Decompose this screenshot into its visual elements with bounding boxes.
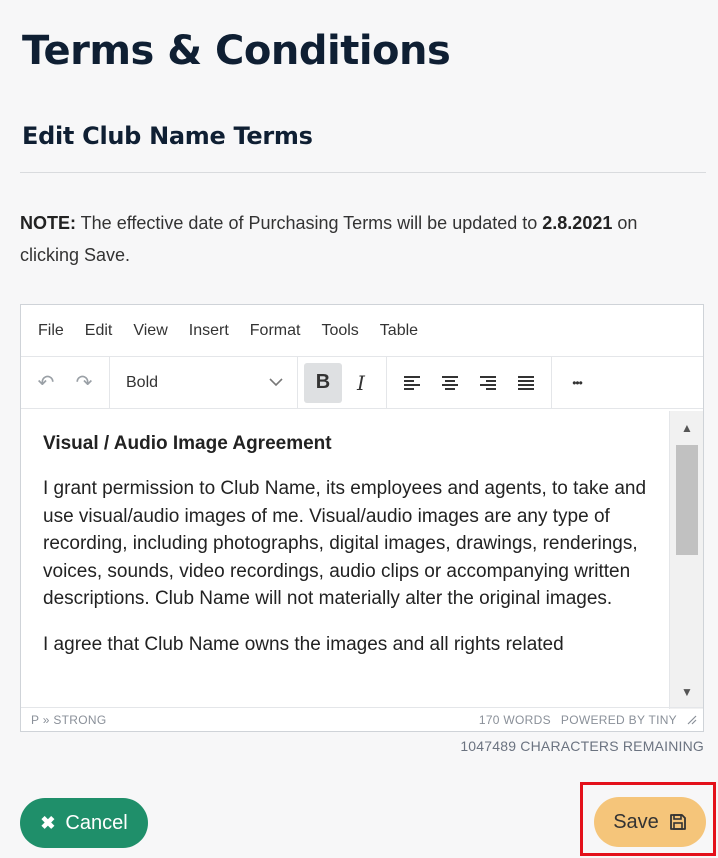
note-date: 2.8.2021 xyxy=(542,213,613,233)
section-title: Edit Club Name Terms xyxy=(22,122,313,150)
menu-insert[interactable]: Insert xyxy=(189,322,229,340)
alignment-group xyxy=(387,357,552,408)
align-center-icon[interactable] xyxy=(431,363,469,403)
cancel-button[interactable]: ✖ Cancel xyxy=(20,798,148,848)
save-button-label: Save xyxy=(613,810,659,833)
note-text-before: The effective date of Purchasing Terms w… xyxy=(76,213,543,233)
cancel-button-label: Cancel xyxy=(65,811,128,834)
block-format-value: Bold xyxy=(126,373,159,391)
redo-icon[interactable]: ↷ xyxy=(65,363,103,403)
floppy-disk-icon xyxy=(669,814,686,830)
close-icon: ✖ xyxy=(40,812,56,833)
resize-handle-icon[interactable] xyxy=(687,715,697,725)
characters-remaining: 1047489 CHARACTERS REMAINING xyxy=(460,738,704,754)
editor-content[interactable]: Visual / Audio Image Agreement I grant p… xyxy=(21,411,671,709)
menu-view[interactable]: View xyxy=(133,322,167,340)
align-right-icon[interactable] xyxy=(469,363,507,403)
scroll-thumb[interactable] xyxy=(676,445,698,555)
menu-edit[interactable]: Edit xyxy=(85,322,113,340)
more-group: ••• xyxy=(552,357,602,408)
element-path[interactable]: P » STRONG xyxy=(31,713,106,727)
italic-button[interactable]: I xyxy=(342,363,380,403)
undo-icon[interactable]: ↶ xyxy=(27,363,65,403)
content-paragraph: I agree that Club Name owns the images a… xyxy=(43,633,564,655)
menu-file[interactable]: File xyxy=(38,322,64,340)
editor-toolbar: ↶ ↷ Bold B I ••• xyxy=(21,357,703,409)
word-count[interactable]: 170 WORDS xyxy=(479,713,551,727)
bold-button[interactable]: B xyxy=(304,362,342,403)
menu-table[interactable]: Table xyxy=(380,322,418,340)
editor-scrollbar[interactable]: ▲ ▼ xyxy=(669,411,703,709)
text-style-group: B I xyxy=(298,357,387,408)
editor-statusbar: P » STRONG 170 WORDS POWERED BY TINY xyxy=(21,707,703,731)
save-button[interactable]: Save xyxy=(594,797,706,847)
divider xyxy=(20,172,706,173)
history-group: ↶ ↷ xyxy=(21,357,110,408)
scroll-down-icon[interactable]: ▼ xyxy=(670,681,704,703)
editor-menubar: File Edit View Insert Format Tools Table xyxy=(21,305,703,357)
page-title: Terms & Conditions xyxy=(22,28,451,74)
powered-by-link[interactable]: POWERED BY TINY xyxy=(561,713,677,727)
menu-format[interactable]: Format xyxy=(250,322,301,340)
effective-date-note: NOTE: The effective date of Purchasing T… xyxy=(20,207,700,271)
block-format-select[interactable]: Bold xyxy=(110,357,298,408)
menu-tools[interactable]: Tools xyxy=(321,322,358,340)
status-right: 170 WORDS POWERED BY TINY xyxy=(479,713,697,727)
content-heading: Visual / Audio Image Agreement xyxy=(43,433,332,454)
content-paragraph: I grant permission to Club Name, its emp… xyxy=(43,478,647,609)
note-label: NOTE: xyxy=(20,213,76,233)
more-options-icon[interactable]: ••• xyxy=(558,363,596,403)
chevron-down-icon xyxy=(269,378,283,387)
scroll-up-icon[interactable]: ▲ xyxy=(670,417,704,439)
align-justify-icon[interactable] xyxy=(507,363,545,403)
align-left-icon[interactable] xyxy=(393,363,431,403)
rich-text-editor: File Edit View Insert Format Tools Table… xyxy=(20,304,704,732)
